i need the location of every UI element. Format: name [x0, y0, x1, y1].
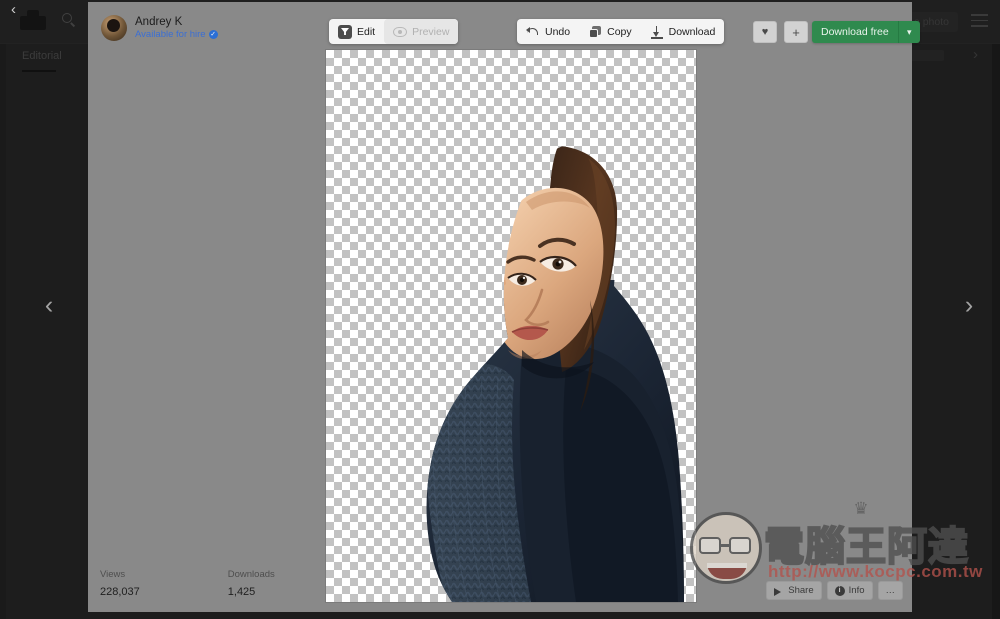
download-button-label: Download — [668, 25, 716, 38]
more-ellipsis-icon: … — [885, 585, 896, 596]
bottom-actions: Share i Info … — [766, 581, 903, 600]
editor-tools-toolbar: Undo Copy Download — [517, 19, 725, 44]
share-button-label: Share — [788, 585, 814, 596]
author-name[interactable]: Andrey K — [135, 16, 218, 29]
eye-icon — [393, 25, 408, 39]
stat-views-label: Views — [100, 569, 126, 580]
like-button[interactable]: ♥ — [753, 21, 777, 43]
verified-check-icon: ✓ — [208, 30, 218, 39]
add-to-collection-button[interactable]: + — [784, 21, 808, 43]
editor-canvas[interactable] — [326, 50, 696, 602]
stat-views: Views 228,037 — [100, 569, 140, 598]
info-icon: i — [834, 585, 845, 596]
prev-photo-arrow[interactable]: ‹ — [36, 292, 62, 318]
info-button[interactable]: i Info — [826, 581, 873, 600]
avatar[interactable] — [101, 15, 127, 41]
info-button-label: Info — [848, 585, 865, 596]
download-free-button[interactable]: Download free ▾ — [812, 21, 920, 43]
preview-button[interactable]: Preview — [384, 19, 459, 44]
filter-icon — [338, 24, 352, 39]
photo-stats: Views 228,037 Downloads 1,425 — [100, 569, 275, 598]
undo-icon — [526, 25, 540, 39]
copy-button[interactable]: Copy — [579, 19, 641, 44]
copy-button-label: Copy — [607, 25, 632, 38]
lightbox-overlay: ‹ › Andrey K Available for hire ✓ Edit P… — [0, 0, 1000, 619]
photo-detail-modal: Andrey K Available for hire ✓ Edit Previ… — [88, 2, 920, 612]
copy-icon — [588, 25, 602, 39]
stat-downloads: Downloads 1,425 — [228, 569, 275, 598]
undo-button-label: Undo — [545, 25, 571, 38]
edit-button-label: Edit — [357, 25, 376, 38]
chevron-down-icon[interactable]: ▾ — [899, 21, 920, 43]
download-icon — [650, 25, 664, 39]
share-button[interactable]: Share — [766, 581, 822, 600]
author-block[interactable]: Andrey K Available for hire ✓ — [101, 15, 218, 41]
next-photo-arrow[interactable]: › — [956, 292, 982, 318]
download-button[interactable]: Download — [641, 19, 725, 44]
editor-mode-toolbar: Edit Preview — [329, 19, 459, 44]
preview-button-label: Preview — [412, 25, 450, 38]
undo-button[interactable]: Undo — [517, 19, 579, 44]
edit-button[interactable]: Edit — [329, 19, 384, 44]
stat-downloads-label: Downloads — [227, 569, 275, 580]
stat-downloads-value: 1,425 — [227, 586, 256, 598]
photo-subject-cutout — [426, 146, 684, 602]
close-x-icon[interactable]: ‹ — [11, 2, 16, 17]
more-options-button[interactable]: … — [877, 581, 903, 600]
available-for-hire-label: Available for hire — [135, 28, 206, 40]
share-icon — [774, 586, 784, 596]
available-for-hire-link[interactable]: Available for hire ✓ — [135, 29, 218, 41]
download-free-label: Download free — [821, 26, 889, 38]
stat-views-value: 228,037 — [100, 586, 140, 598]
